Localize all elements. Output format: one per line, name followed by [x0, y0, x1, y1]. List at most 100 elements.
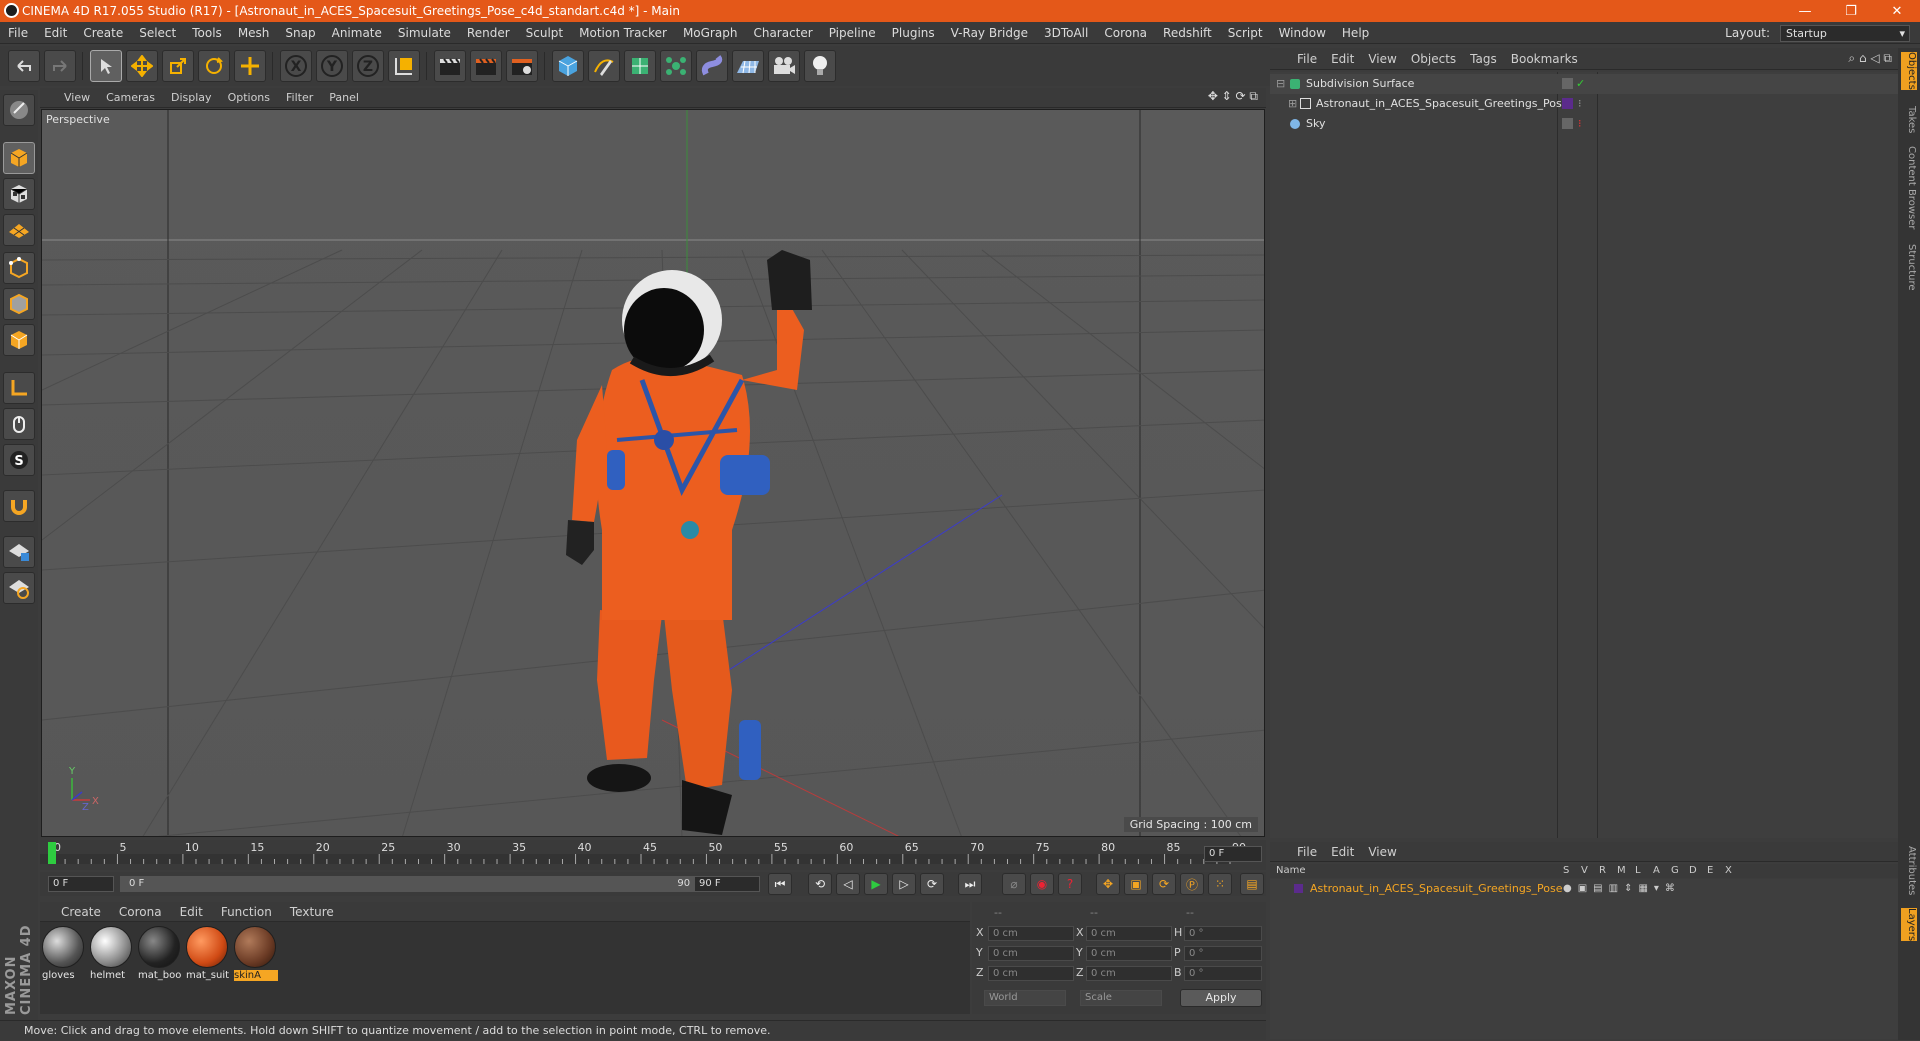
cube-object-button[interactable] — [552, 50, 584, 82]
menu-corona[interactable]: Corona — [1096, 26, 1155, 40]
material-menu-function[interactable]: Function — [212, 905, 281, 919]
menu-sculpt[interactable]: Sculpt — [518, 26, 571, 40]
material-swatch-helmet[interactable]: helmet — [90, 926, 134, 981]
object-menu-bookmarks[interactable]: Bookmarks — [1504, 52, 1585, 66]
menu-create[interactable]: Create — [75, 26, 131, 40]
object-menu-edit[interactable]: Edit — [1324, 52, 1361, 66]
menu-redshift[interactable]: Redshift — [1155, 26, 1220, 40]
tab-takes[interactable]: Takes — [1901, 106, 1917, 133]
viewport-menu-cameras[interactable]: Cameras — [98, 91, 163, 104]
edges-mode-button[interactable] — [3, 288, 35, 320]
undo-button[interactable] — [8, 50, 40, 82]
autokeying-button[interactable]: ◉ — [1030, 873, 1054, 895]
position-z-field[interactable]: 0 cm — [988, 966, 1074, 981]
polygons-mode-button[interactable] — [3, 324, 35, 356]
position-y-field[interactable]: 0 cm — [988, 946, 1074, 961]
layout-select[interactable]: Startup ▾ — [1780, 25, 1910, 42]
object-manager-nav-icons[interactable]: ⌕ ⌂ ◁ ⧉ — [1848, 51, 1892, 66]
go-to-start-button[interactable]: ⏮ — [768, 873, 792, 895]
rotation-b-field[interactable]: 0 ° — [1184, 966, 1262, 981]
tab-attributes[interactable]: Attributes — [1901, 846, 1917, 895]
size-x-field[interactable]: 0 cm — [1086, 926, 1172, 941]
visibility-dots-icon[interactable]: ⁝ — [1578, 114, 1582, 134]
array-object-button[interactable] — [660, 50, 692, 82]
layer-menu-view[interactable]: View — [1361, 845, 1403, 859]
menu-simulate[interactable]: Simulate — [390, 26, 459, 40]
z-axis-button[interactable]: Z — [352, 50, 384, 82]
tweak-mode-button[interactable] — [3, 408, 35, 440]
x-axis-button[interactable]: X — [280, 50, 312, 82]
solo-mode-button[interactable]: S — [3, 444, 35, 476]
menu-edit[interactable]: Edit — [36, 26, 75, 40]
model-mode-button[interactable] — [3, 142, 35, 174]
tab-structure[interactable]: Structure — [1901, 244, 1917, 291]
menu-select[interactable]: Select — [131, 26, 184, 40]
menu-file[interactable]: File — [0, 26, 36, 40]
enabled-check-icon[interactable]: ✓ — [1576, 74, 1585, 94]
layer-row-astronaut[interactable]: Astronaut_in_ACES_Spacesuit_Greetings_Po… — [1270, 879, 1898, 899]
tab-layers[interactable]: Layers — [1901, 908, 1917, 942]
coordinate-mode-select[interactable]: World — [984, 990, 1066, 1006]
restore-button[interactable]: ❐ — [1828, 0, 1874, 22]
y-axis-button[interactable]: Y — [316, 50, 348, 82]
tab-objects[interactable]: Objects — [1901, 52, 1917, 90]
object-row-sky[interactable]: Sky ⁝ — [1270, 114, 1898, 134]
render-settings-button[interactable] — [506, 50, 538, 82]
rotation-h-field[interactable]: 0 ° — [1184, 926, 1262, 941]
move-tool-button[interactable] — [126, 50, 158, 82]
next-frame-button[interactable]: ▷ — [892, 873, 916, 895]
previous-frame-button[interactable]: ◁ — [836, 873, 860, 895]
viewport-menu-filter[interactable]: Filter — [278, 91, 321, 104]
menu-character[interactable]: Character — [745, 26, 820, 40]
layer-flag-toggles[interactable]: ●▣▤▥⇕▦▾⌘ — [1563, 879, 1681, 899]
material-menu-corona[interactable]: Corona — [110, 905, 171, 919]
object-row-astronaut[interactable]: ⊞ Astronaut_in_ACES_Spacesuit_Greetings_… — [1270, 94, 1898, 114]
make-editable-button[interactable] — [3, 94, 35, 126]
layer-menu-edit[interactable]: Edit — [1324, 845, 1361, 859]
minimize-button[interactable]: — — [1782, 0, 1828, 22]
key-rotation-button[interactable]: ⟳ — [1152, 873, 1176, 895]
menu-mograph[interactable]: MoGraph — [675, 26, 746, 40]
texture-mode-button[interactable] — [3, 178, 35, 210]
layer-menu-file[interactable]: File — [1290, 845, 1324, 859]
coordinate-system-button[interactable] — [388, 50, 420, 82]
live-selection-button[interactable] — [90, 50, 122, 82]
key-scale-button[interactable]: ▣ — [1124, 873, 1148, 895]
viewport-menu-view[interactable]: View — [56, 91, 98, 104]
previous-key-button[interactable]: ⟲ — [808, 873, 832, 895]
next-key-button[interactable]: ⟳ — [920, 873, 944, 895]
recent-tool-button[interactable] — [234, 50, 266, 82]
menu-window[interactable]: Window — [1271, 26, 1334, 40]
menu-script[interactable]: Script — [1220, 26, 1271, 40]
key-parameter-button[interactable]: Ⓟ — [1180, 873, 1204, 895]
object-menu-objects[interactable]: Objects — [1404, 52, 1463, 66]
close-button[interactable]: ✕ — [1874, 0, 1920, 22]
render-view-button[interactable] — [434, 50, 466, 82]
redo-button[interactable] — [44, 50, 76, 82]
play-button[interactable]: ▶ — [864, 873, 888, 895]
material-swatch-mat-suit[interactable]: mat_suit — [186, 926, 230, 981]
tab-content-browser[interactable]: Content Browser — [1901, 146, 1917, 229]
render-picture-viewer-button[interactable] — [470, 50, 502, 82]
viewport-menu-options[interactable]: Options — [220, 91, 278, 104]
object-menu-view[interactable]: View — [1361, 52, 1403, 66]
start-frame-field[interactable]: 0 F — [48, 876, 114, 892]
viewport-menu-display[interactable]: Display — [163, 91, 220, 104]
record-keys-button[interactable]: ⌀ — [1002, 873, 1026, 895]
menu-motion-tracker[interactable]: Motion Tracker — [571, 26, 675, 40]
preview-range-slider[interactable]: 0 F 90 F — [120, 876, 720, 892]
timeline-ruler[interactable]: 051015202530354045505560657075808590 0 F — [40, 840, 1266, 870]
key-position-button[interactable]: ✥ — [1096, 873, 1120, 895]
visibility-dots-icon[interactable]: ⁝ — [1578, 94, 1582, 114]
material-menu-texture[interactable]: Texture — [281, 905, 343, 919]
key-pla-button[interactable]: ⁙ — [1208, 873, 1232, 895]
rotation-p-field[interactable]: 0 ° — [1184, 946, 1262, 961]
menu-pipeline[interactable]: Pipeline — [821, 26, 884, 40]
collapse-icon[interactable]: ⊟ — [1276, 74, 1285, 94]
current-frame-field[interactable]: 0 F — [1204, 846, 1262, 862]
menu-help[interactable]: Help — [1334, 26, 1377, 40]
size-mode-select[interactable]: Scale — [1080, 990, 1162, 1006]
viewport-nav-icons[interactable]: ✥ ⇕ ⟳ ⧉ — [1208, 89, 1258, 104]
expand-icon[interactable]: ⊞ — [1288, 94, 1297, 114]
object-menu-file[interactable]: File — [1290, 52, 1324, 66]
